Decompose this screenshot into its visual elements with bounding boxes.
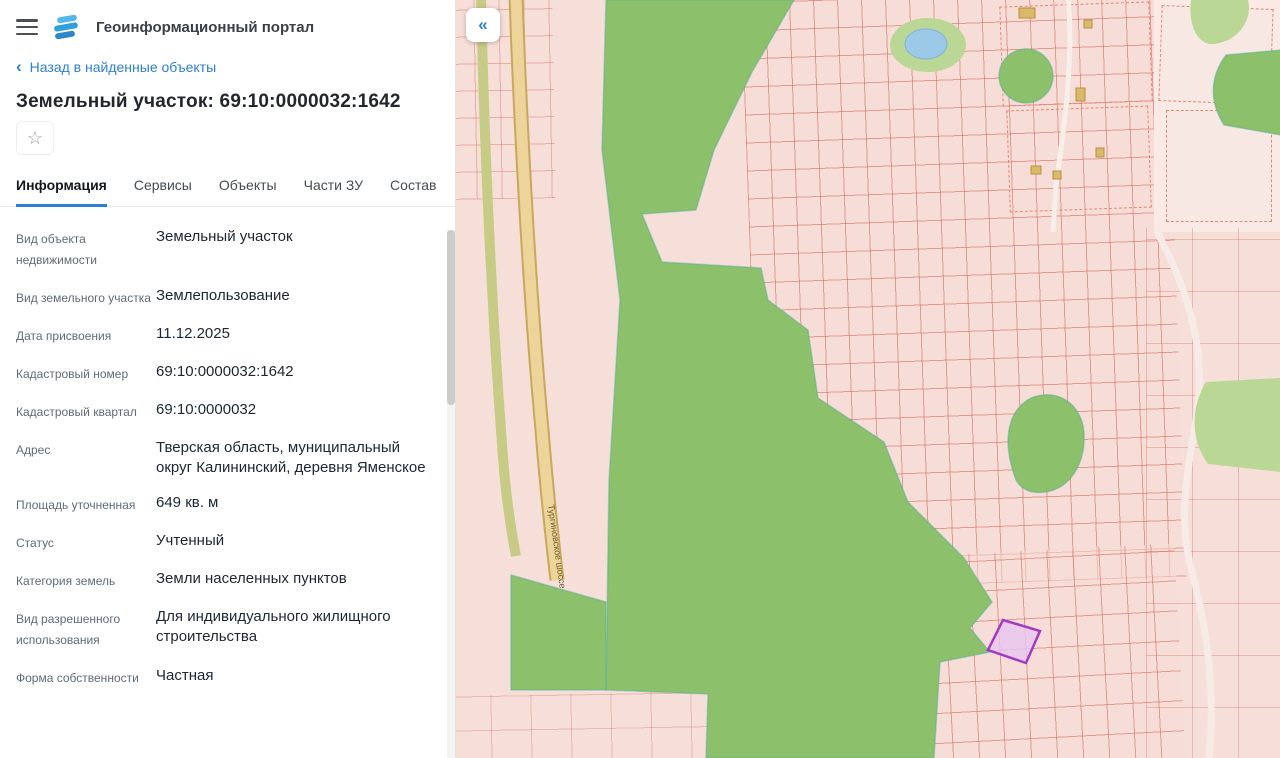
back-link[interactable]: ‹ Назад в найденные объекты bbox=[0, 46, 455, 77]
field-label: Площадь уточненная bbox=[16, 498, 136, 512]
app-title: Геоинформационный портал bbox=[96, 18, 315, 36]
field-value: 11.12.2025 bbox=[156, 325, 230, 342]
panel-header: Геоинформационный портал bbox=[0, 0, 455, 46]
tab-objects[interactable]: Объекты bbox=[219, 165, 277, 207]
tab-parts[interactable]: Части ЗУ bbox=[304, 165, 363, 207]
field-label: Категория земель bbox=[16, 574, 116, 588]
back-link-label: Назад в найденные объекты bbox=[29, 58, 217, 75]
dashed-parcel bbox=[999, 1, 1153, 107]
tab-bar: Информация Сервисы Объекты Части ЗУ Сост… bbox=[0, 165, 472, 207]
field-label: Адрес bbox=[16, 443, 51, 457]
geo-portal-app: Геоинформационный портал ‹ Назад в найде… bbox=[0, 0, 1280, 758]
forest-roadend bbox=[510, 574, 607, 691]
field-value: Земли населенных пунктов bbox=[156, 570, 347, 587]
field-value: 69:10:0000032:1642 bbox=[156, 363, 294, 380]
collapse-chevrons-icon: « bbox=[478, 15, 488, 34]
cadastral-map[interactable]: Тургиновское шоссе « bbox=[456, 0, 1280, 758]
field-row: Статус Учтенный bbox=[16, 531, 433, 554]
field-row: Адрес Тверская область, муниципальный ок… bbox=[16, 438, 433, 478]
field-row: Вид земельного участка Землепользование bbox=[16, 286, 433, 309]
tab-services[interactable]: Сервисы bbox=[134, 165, 192, 207]
dashed-parcel bbox=[1158, 5, 1274, 105]
field-value: 69:10:0000032 bbox=[156, 401, 257, 418]
field-label: Статус bbox=[16, 536, 54, 550]
field-value: Землепользование bbox=[156, 287, 290, 304]
attributes-list: Вид объекта недвижимости Земельный участ… bbox=[0, 207, 455, 689]
field-label: Вид земельного участка bbox=[16, 291, 151, 305]
panel-scrollbar-thumb[interactable] bbox=[447, 230, 455, 405]
field-label: Кадастровый номер bbox=[16, 367, 129, 381]
field-value: Земельный участок bbox=[156, 228, 293, 245]
dashed-parcel bbox=[1006, 105, 1152, 213]
field-row: Кадастровый квартал 69:10:0000032 bbox=[16, 400, 433, 423]
back-chevron-icon: ‹ bbox=[16, 57, 22, 76]
object-info-panel: Геоинформационный портал ‹ Назад в найде… bbox=[0, 0, 472, 758]
field-value: 649 кв. м bbox=[156, 494, 219, 511]
tab-information[interactable]: Информация bbox=[16, 165, 107, 207]
field-row: Категория земель Земли населенных пункто… bbox=[16, 569, 433, 592]
field-value: Для индивидуального жилищного строительс… bbox=[156, 608, 391, 645]
field-value: Частная bbox=[156, 667, 214, 684]
field-label: Кадастровый квартал bbox=[16, 405, 137, 419]
field-label: Вид объекта недвижимости bbox=[16, 232, 97, 267]
app-logo-icon bbox=[53, 14, 80, 40]
field-row: Кадастровый номер 69:10:0000032:1642 bbox=[16, 362, 433, 385]
road-label: Тургиновское шоссе bbox=[546, 504, 568, 589]
parcel-grid bbox=[456, 690, 752, 758]
field-row: Дата присвоения 11.12.2025 bbox=[16, 324, 433, 347]
field-label: Вид разрешенного использования bbox=[16, 612, 121, 647]
field-value: Тверская область, муниципальный округ Ка… bbox=[156, 439, 426, 476]
tab-composition[interactable]: Состав bbox=[390, 165, 436, 207]
page-title: Земельный участок: 69:10:0000032:1642 bbox=[16, 91, 401, 112]
dashed-parcel bbox=[1166, 110, 1272, 222]
field-label: Форма собственности bbox=[16, 671, 139, 685]
field-row: Вид объекта недвижимости Земельный участ… bbox=[16, 227, 433, 271]
field-label: Дата присвоения bbox=[16, 329, 112, 343]
star-icon: ☆ bbox=[26, 127, 44, 148]
field-value: Учтенный bbox=[156, 532, 225, 549]
menu-icon[interactable] bbox=[16, 19, 38, 35]
favorite-button[interactable]: ☆ bbox=[16, 121, 54, 155]
field-row: Форма собственности Частная bbox=[16, 666, 433, 689]
parcel-grid bbox=[1146, 228, 1280, 758]
field-row: Вид разрешенного использования Для индив… bbox=[16, 607, 433, 651]
field-row: Площадь уточненная 649 кв. м bbox=[16, 493, 433, 516]
panel-collapse-button[interactable]: « bbox=[466, 8, 500, 42]
